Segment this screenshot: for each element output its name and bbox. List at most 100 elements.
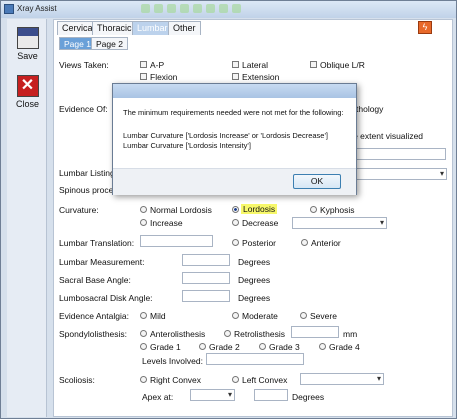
subtab-page-2[interactable]: Page 2 [91,37,128,50]
grade-2-radio[interactable] [199,343,206,350]
anterior-label: Anterior [311,238,341,248]
dialog-message-line-3: Lumbar Curvature ['Lordosis Intensity'] [123,141,251,150]
close-button[interactable]: ✕ Close [10,73,45,115]
translation-label: Lumbar Translation: [59,238,135,248]
increase-label: Increase [150,218,183,228]
evidence-other-input[interactable] [344,148,446,160]
curvature-intensity-dropdown[interactable] [292,217,387,229]
lightning-icon[interactable]: ϟ [418,21,432,34]
scoliosis-label: Scoliosis: [59,375,95,385]
spondy-label: Spondylolisthesis: [59,329,128,339]
dialog-message-line-2: Lumbar Curvature ['Lordosis Increase' or… [123,131,328,140]
measurement-label: Lumbar Measurement: [59,257,145,267]
posterior-radio[interactable] [232,239,239,246]
evidence-extent-label: the extent visualized [346,131,424,141]
lordosis-label: Lordosis [241,204,278,214]
left-convex-label: Left Convex [242,375,288,385]
scoliosis-dropdown[interactable] [300,373,384,385]
retrolisthesis-radio[interactable] [224,330,231,337]
right-convex-label: Right Convex [150,375,202,385]
grade-1-label: Grade 1 [150,342,181,352]
ap-label: A-P [150,60,165,70]
apex-dropdown[interactable] [190,389,235,401]
close-icon: ✕ [16,75,39,97]
app-window: Xray Assist Save ✕ Close Cervical Thorac… [0,0,457,419]
lumbar-listing-label: Lumbar Listing [59,168,115,178]
translation-input[interactable] [140,235,213,247]
severe-radio[interactable] [300,312,307,319]
views-label: Views Taken: [59,60,109,70]
mild-radio[interactable] [140,312,147,319]
extension-label: Extension [242,72,280,82]
anterior-radio[interactable] [301,239,308,246]
lordosis-radio[interactable] [232,206,239,213]
lateral-checkbox[interactable] [232,61,239,68]
increase-radio[interactable] [140,219,147,226]
moderate-label: Moderate [242,311,278,321]
floppy-disk-icon [16,27,39,49]
app-icon [4,4,14,14]
dialog-footer: OK [113,168,356,195]
grade-4-label: Grade 4 [329,342,360,352]
sacral-base-label: Sacral Base Angle: [59,275,131,285]
mild-label: Mild [150,311,166,321]
grade-2-label: Grade 2 [209,342,240,352]
tab-lumbar[interactable]: Lumbar [132,21,173,35]
levels-involved-label: Levels Involved: [142,356,203,366]
oblique-checkbox[interactable] [310,61,317,68]
lateral-label: Lateral [242,60,268,70]
kyphosis-radio[interactable] [310,206,317,213]
apex-label: Apex at: [142,392,174,402]
oblique-label: Oblique L/R [320,60,365,70]
sacral-base-unit: Degrees [238,275,271,285]
tab-other[interactable]: Other [168,21,201,35]
severe-label: Severe [310,311,337,321]
window-title: Xray Assist [17,4,57,13]
normal-lordosis-radio[interactable] [140,206,147,213]
dialog-title-bar [113,84,356,98]
ap-checkbox[interactable] [140,61,147,68]
evidence-label: Evidence Of: [59,104,108,114]
spinous-label: Spinous proce [59,185,114,195]
extension-checkbox[interactable] [232,73,239,80]
anterolisthesis-radio[interactable] [140,330,147,337]
validation-dialog: The minimum requirements needed were not… [112,83,357,195]
anterolisthesis-label: Anterolisthesis [150,329,206,339]
form-panel: Cervical Thoracic Lumbar Other ϟ Page 1 … [53,19,453,417]
measurement-unit: Degrees [238,257,271,267]
title-bar: Xray Assist [1,1,456,18]
lumbosacral-input[interactable] [182,290,230,302]
ok-button[interactable]: OK [293,174,341,189]
antalgia-label: Evidence Antalgia: [59,311,129,321]
side-toolbar: Save ✕ Close [7,19,47,417]
curvature-label: Curvature: [59,205,99,215]
grade-3-label: Grade 3 [269,342,300,352]
measurement-input[interactable] [182,254,230,266]
levels-involved-input[interactable] [206,353,304,365]
retrolisthesis-label: Retrolisthesis [234,329,286,339]
left-convex-radio[interactable] [232,376,239,383]
background-window-strip [141,4,291,14]
lumbosacral-label: Lumbosacral Disk Angle: [59,293,153,303]
grade-3-radio[interactable] [259,343,266,350]
grade-1-radio[interactable] [140,343,147,350]
posterior-label: Posterior [242,238,277,248]
dialog-message-line-1: The minimum requirements needed were not… [123,108,344,117]
save-button[interactable]: Save [10,25,45,67]
spondy-mm-input[interactable] [291,326,339,338]
decrease-radio[interactable] [232,219,239,226]
flexion-checkbox[interactable] [140,73,147,80]
sacral-base-input[interactable] [182,272,230,284]
grade-4-radio[interactable] [319,343,326,350]
tab-thoracic[interactable]: Thoracic [92,21,137,35]
listing-dropdown[interactable] [354,168,447,180]
right-convex-radio[interactable] [140,376,147,383]
moderate-radio[interactable] [232,312,239,319]
scoliosis-degrees-input[interactable] [254,389,288,401]
dialog-body: The minimum requirements needed were not… [113,98,356,168]
close-button-label: Close [15,99,39,109]
spondy-mm-unit: mm [343,329,358,339]
scoliosis-degrees-unit: Degrees [292,392,325,402]
lumbosacral-unit: Degrees [238,293,271,303]
evidence-pathology-label: thology [356,104,384,114]
